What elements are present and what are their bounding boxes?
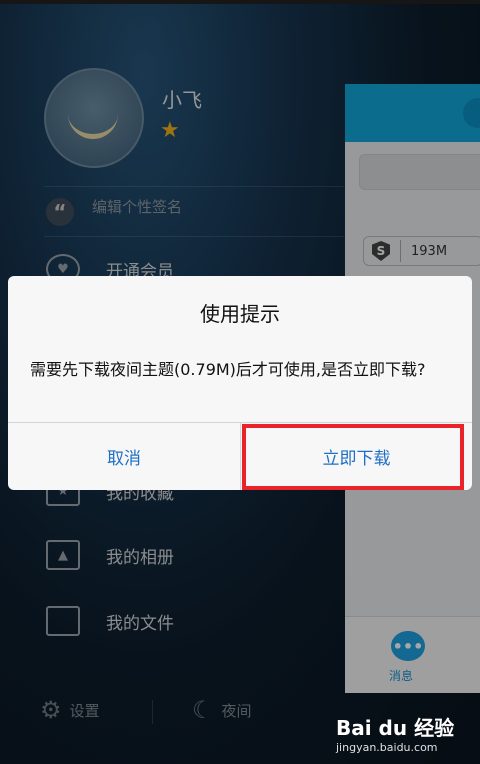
highlight-box <box>242 424 464 490</box>
dialog-title: 使用提示 <box>200 302 280 326</box>
watermark-brand: Bai du 经验 <box>336 716 455 740</box>
dialog-message: 需要先下载夜间主题(0.79M)后才可使用,是否立即下载? <box>30 360 426 379</box>
watermark: Bai du 经验 jingyan.baidu.com <box>336 712 476 762</box>
cancel-button[interactable]: 取消 <box>8 423 240 490</box>
watermark-url: jingyan.baidu.com <box>336 741 438 754</box>
